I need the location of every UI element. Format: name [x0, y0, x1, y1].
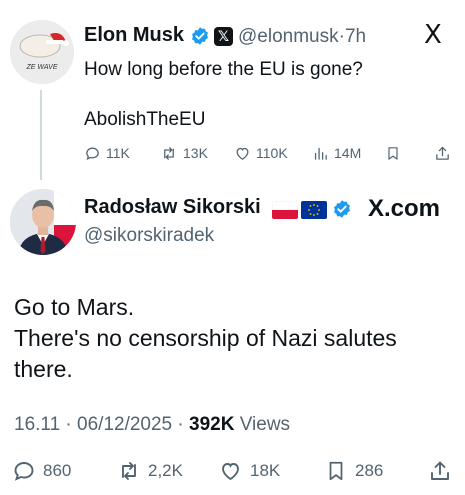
eu-flag-icon	[301, 201, 327, 219]
tweet2-line1: Go to Mars.	[14, 294, 135, 320]
analytics-icon	[314, 147, 327, 160]
author-name-elon[interactable]: Elon Musk	[84, 24, 184, 47]
avatar-caption: ZE WAVE	[26, 64, 58, 71]
bookmark-button[interactable]	[385, 143, 401, 163]
handle-sikorski[interactable]: @sikorskiradek	[84, 225, 214, 247]
thread-connector-line	[40, 90, 42, 180]
share-button[interactable]	[428, 458, 452, 484]
like-count: 18K	[250, 461, 281, 480]
reply-icon	[86, 147, 99, 160]
tweet1-text-line2: AbolishTheEU	[84, 109, 206, 130]
reply-count: 11K	[106, 145, 130, 161]
repost-button[interactable]: 2,2K	[116, 458, 183, 484]
reply-icon	[14, 462, 34, 481]
repost-icon	[164, 146, 174, 160]
repost-count: 2,2K	[148, 461, 183, 480]
verified-badge-icon	[190, 26, 210, 46]
like-button[interactable]: 18K	[218, 458, 280, 484]
tweet1-action-bar: 11K 13K 110K 14M	[84, 143, 454, 163]
handle-time-elon: @elonmusk·7h	[238, 26, 366, 48]
views-button[interactable]: 14M	[312, 143, 361, 163]
tweet2-time[interactable]: 16.11	[14, 414, 60, 435]
tweet2-body: Go to Mars. There's no censorship of Naz…	[14, 292, 454, 385]
like-button[interactable]: 110K	[234, 143, 288, 163]
tweet2-view-count: 392K	[189, 414, 235, 435]
reply-button[interactable]: 860	[12, 458, 71, 484]
x-affiliation-icon: 𝕏	[214, 27, 233, 46]
views-label: Views	[239, 414, 291, 435]
tweet2-line2: There's no censorship of Nazi salutes	[14, 325, 397, 351]
share-button[interactable]	[434, 143, 451, 163]
tweet2-date[interactable]: 06/12/2025	[77, 414, 172, 435]
bookmark-icon	[388, 146, 398, 160]
handle-elon[interactable]: @elonmusk	[238, 26, 339, 47]
bookmark-button[interactable]: 286	[325, 458, 383, 484]
tweet1-text-line1: How long before the EU is gone?	[84, 59, 363, 80]
share-icon	[431, 461, 449, 480]
heart-icon	[236, 147, 249, 160]
bookmark-icon	[329, 461, 343, 481]
tweet2-meta: 16.11 · 06/12/2025 · 392K Views	[14, 414, 290, 436]
share-icon	[436, 146, 449, 160]
sikorski-avatar[interactable]	[10, 189, 76, 255]
heart-icon	[222, 463, 239, 481]
repost-button[interactable]: 13K	[160, 143, 208, 163]
repost-count: 13K	[183, 145, 208, 161]
tweet2-line3: there.	[14, 356, 73, 382]
reply-count: 860	[43, 461, 72, 480]
tweet2-action-bar: 860 2,2K 18K 286	[12, 458, 457, 484]
separator: ·	[177, 414, 184, 435]
reply-button[interactable]: 11K	[84, 143, 130, 163]
separator: ·	[65, 414, 72, 435]
x-com-brand[interactable]: X.com	[368, 195, 440, 223]
author-name-sikorski[interactable]: Radosław Sikorski	[84, 196, 261, 219]
verified-badge-icon	[332, 199, 352, 219]
elon-avatar[interactable]: ZE WAVE	[10, 20, 74, 84]
poland-flag-icon	[272, 201, 298, 219]
like-count: 110K	[256, 145, 288, 161]
bookmark-count: 286	[355, 461, 384, 480]
repost-icon	[122, 462, 136, 480]
timestamp-elon[interactable]: 7h	[345, 26, 366, 47]
view-count: 14M	[334, 145, 362, 161]
close-icon[interactable]: X	[424, 20, 442, 50]
